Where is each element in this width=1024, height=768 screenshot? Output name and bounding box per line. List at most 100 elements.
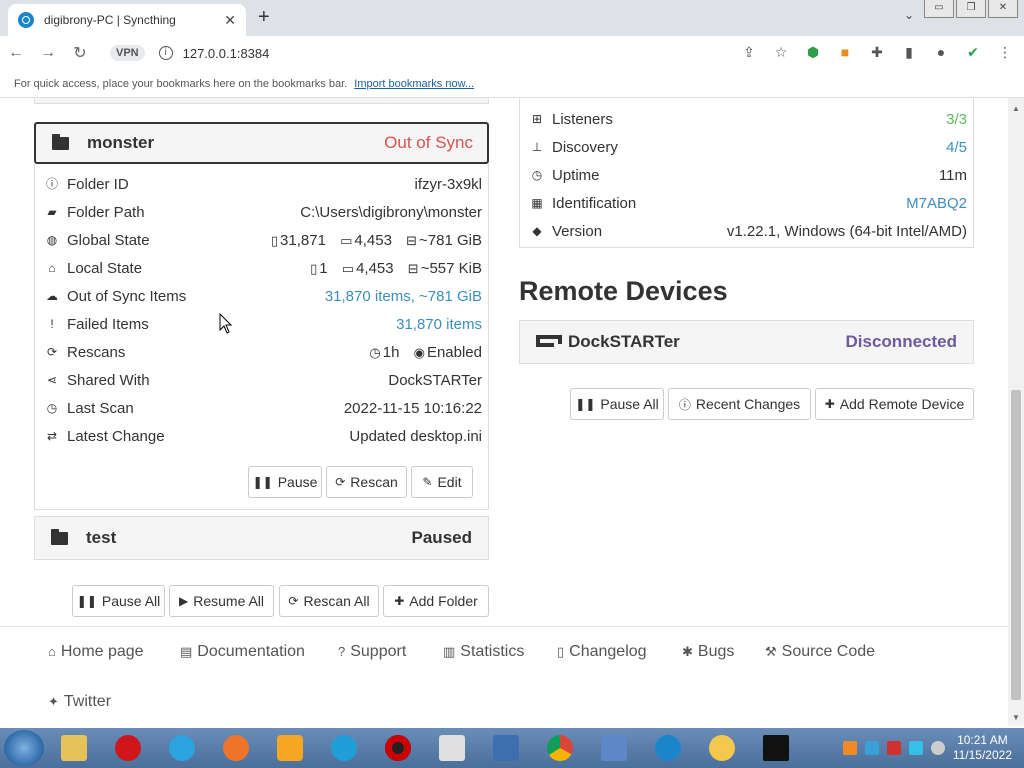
internet-explorer-icon bbox=[169, 735, 195, 761]
pause-all-folders-button[interactable]: ❚❚ Pause All bbox=[72, 585, 165, 617]
footer-home-link[interactable]: ⌂ Home page bbox=[48, 643, 144, 661]
close-window-button[interactable]: ✕ bbox=[988, 0, 1018, 18]
plus-icon: ✚ bbox=[394, 594, 405, 608]
taskbar-media[interactable] bbox=[266, 730, 314, 766]
address-bar[interactable]: VPN i 127.0.0.1:8384 bbox=[110, 40, 790, 66]
browser-tab-syncthing[interactable]: digibrony-PC | Syncthing ✕ bbox=[8, 4, 246, 36]
pause-all-devices-button[interactable]: ❚❚ Pause All bbox=[570, 388, 664, 420]
scrollbar-thumb[interactable] bbox=[1011, 390, 1021, 700]
share-icon[interactable]: ⇪ bbox=[740, 44, 758, 61]
local-dirs: 4,453 bbox=[356, 259, 394, 277]
row-listeners: ⊞ Listeners 3/3 bbox=[520, 105, 975, 133]
taskbar-syncthing[interactable] bbox=[644, 730, 692, 766]
bookmark-star-icon[interactable]: ☆ bbox=[772, 44, 790, 61]
rescan-all-label: Rescan All bbox=[303, 593, 370, 609]
cloud-download-icon: ☁ bbox=[46, 289, 58, 303]
tray-icon-4[interactable] bbox=[908, 741, 923, 755]
taskbar-clock[interactable]: 10:21 AM 11/15/2022 bbox=[953, 733, 1012, 763]
footer-documentation-link[interactable]: ▤ Documentation bbox=[180, 643, 305, 661]
add-remote-device-button[interactable]: ✚ Add Remote Device bbox=[815, 388, 974, 420]
hdd-icon: ⊟ bbox=[407, 260, 419, 276]
opera-icon bbox=[115, 735, 141, 761]
pause-folder-button[interactable]: ❚❚ Pause bbox=[248, 466, 322, 498]
failed-items-link[interactable]: 31,870 items bbox=[396, 316, 482, 333]
taskbar-explorer[interactable] bbox=[50, 730, 98, 766]
extension-orange-icon[interactable]: ■ bbox=[836, 44, 854, 61]
tray-icon-3[interactable] bbox=[886, 741, 901, 755]
folder-test-header[interactable]: test Paused bbox=[34, 516, 489, 560]
extensions-puzzle-icon[interactable]: ✚ bbox=[868, 44, 886, 61]
folder-name: monster bbox=[87, 133, 155, 152]
signpost-icon: ⊥ bbox=[531, 140, 543, 154]
out-of-sync-link[interactable]: 31,870 items, ~781 GiB bbox=[325, 288, 482, 305]
bar-chart-icon: ▥ bbox=[443, 644, 456, 659]
taskbar-network[interactable] bbox=[590, 730, 638, 766]
footer-source-code-link[interactable]: ⚒ Source Code bbox=[765, 643, 875, 661]
wrench-icon: ⚒ bbox=[765, 644, 777, 659]
taskbar-opera[interactable] bbox=[104, 730, 152, 766]
scroll-down-icon[interactable]: ▼ bbox=[1012, 713, 1020, 722]
taskbar-firefox[interactable] bbox=[212, 730, 260, 766]
taskbar-terminal[interactable] bbox=[752, 730, 800, 766]
refresh-icon: ⟳ bbox=[46, 345, 58, 359]
footer-bugs-link[interactable]: ✱ Bugs bbox=[682, 643, 734, 661]
clock-icon: ◷ bbox=[531, 168, 543, 182]
global-state-value: ▯ 31,871 ▭ 4,453 ⊟ ~781 GiB bbox=[261, 232, 482, 249]
browser-menu-icon[interactable]: ⋮ bbox=[996, 44, 1014, 61]
minimize-button[interactable]: ▭ bbox=[924, 0, 954, 18]
vpn-badge[interactable]: VPN bbox=[110, 45, 145, 61]
taskbar-ie[interactable] bbox=[158, 730, 206, 766]
taskbar-chrome[interactable] bbox=[536, 730, 584, 766]
security-extension-icon[interactable]: ✔ bbox=[964, 44, 982, 61]
taskbar-edge[interactable] bbox=[320, 730, 368, 766]
taskbar-virtualbox[interactable] bbox=[482, 730, 530, 766]
identification-link[interactable]: M7ABQ2 bbox=[906, 195, 967, 212]
taskbar-privacy[interactable] bbox=[698, 730, 746, 766]
scroll-up-icon[interactable]: ▲ bbox=[1012, 104, 1020, 113]
row-label: Discovery bbox=[552, 138, 618, 156]
profile-icon[interactable]: ● bbox=[932, 44, 950, 61]
extension-shield-icon[interactable]: ⬢ bbox=[804, 44, 822, 61]
tray-icon-1[interactable] bbox=[842, 741, 857, 755]
remote-device-dockstarter[interactable]: DockSTARTer Disconnected bbox=[519, 320, 974, 364]
edit-folder-button[interactable]: ✎ Edit bbox=[411, 466, 473, 498]
discovery-value[interactable]: 4/5 bbox=[946, 139, 967, 156]
taskbar-calendar[interactable] bbox=[428, 730, 476, 766]
forward-icon[interactable]: → bbox=[32, 44, 64, 62]
taskbar-recorder[interactable] bbox=[374, 730, 422, 766]
folder-monster-header[interactable]: monster Out of Sync bbox=[34, 122, 489, 164]
reload-icon[interactable]: ↻ bbox=[64, 43, 96, 63]
tab-search-icon[interactable]: ⌄ bbox=[904, 8, 914, 22]
row-label: Version bbox=[552, 222, 603, 240]
tray-icon-2[interactable] bbox=[864, 741, 879, 755]
import-bookmarks-link[interactable]: Import bookmarks now... bbox=[354, 78, 474, 90]
resume-all-button[interactable]: ▶ Resume All bbox=[169, 585, 274, 617]
footer-link-label: Source Code bbox=[781, 643, 876, 660]
footer-changelog-link[interactable]: ▯ Changelog bbox=[557, 643, 647, 661]
this-device-panel: ⊞ Listeners 3/3 ⊥ Discovery 4/5 ◷ Uptime… bbox=[519, 98, 974, 248]
rescan-all-button[interactable]: ⟳ Rescan All bbox=[279, 585, 379, 617]
file-text-icon: ▯ bbox=[557, 644, 565, 659]
start-button[interactable] bbox=[4, 730, 44, 766]
system-tray: 10:21 AM 11/15/2022 bbox=[842, 728, 1024, 768]
folder-outline-icon: ▭ bbox=[340, 232, 353, 248]
back-icon[interactable]: ← bbox=[0, 44, 32, 62]
footer-twitter-link[interactable]: ✦ Twitter bbox=[48, 693, 111, 711]
add-remote-label: Add Remote Device bbox=[839, 396, 965, 412]
recent-changes-button[interactable]: ⓘ Recent Changes bbox=[668, 388, 811, 420]
restore-button[interactable]: ❐ bbox=[956, 0, 986, 18]
footer-support-link[interactable]: ? Support bbox=[338, 643, 406, 661]
page-scrollbar[interactable]: ▲ ▼ bbox=[1008, 98, 1024, 726]
site-info-icon[interactable]: i bbox=[158, 46, 173, 60]
tab-close-icon[interactable]: ✕ bbox=[224, 12, 236, 29]
new-tab-button[interactable]: + bbox=[258, 6, 270, 29]
volume-icon[interactable] bbox=[930, 741, 945, 755]
footer-statistics-link[interactable]: ▥ Statistics bbox=[443, 643, 524, 661]
url-text[interactable]: 127.0.0.1:8384 bbox=[183, 46, 270, 61]
syncthing-page: monster Out of Sync ⓘ Folder ID ifzyr-3x… bbox=[0, 98, 1008, 726]
side-panel-icon[interactable]: ▮ bbox=[900, 44, 918, 61]
qrcode-icon: ▦ bbox=[531, 196, 543, 210]
add-folder-button[interactable]: ✚ Add Folder bbox=[383, 585, 489, 617]
rescan-folder-button[interactable]: ⟳ Rescan bbox=[326, 466, 407, 498]
row-uptime: ◷ Uptime 11m bbox=[520, 161, 975, 189]
